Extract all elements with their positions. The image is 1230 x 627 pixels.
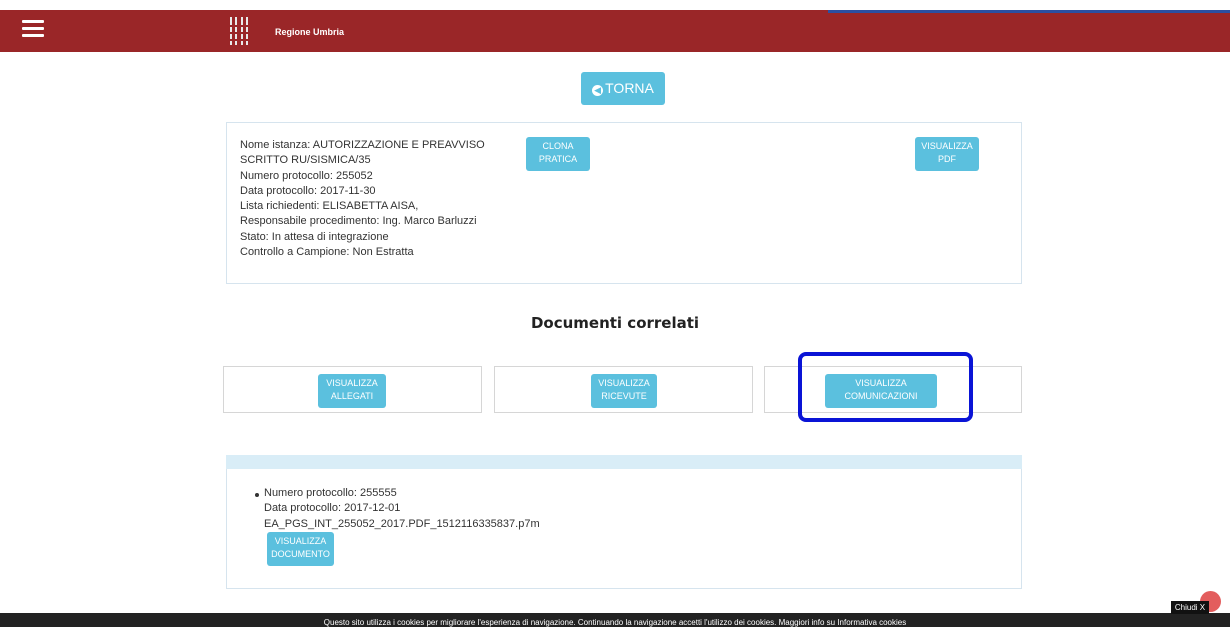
brand-title[interactable]: Regione Umbria bbox=[275, 27, 344, 37]
hamburger-menu-icon[interactable] bbox=[22, 20, 44, 38]
info-line: Stato: In attesa di integrazione bbox=[240, 230, 389, 243]
pratica-info-text: Nome istanza: AUTORIZZAZIONE E PREAVVISO… bbox=[240, 138, 485, 260]
list-bullet-icon bbox=[255, 493, 259, 497]
visualizza-allegati-button[interactable]: VISUALIZZA ALLEGATI bbox=[318, 374, 386, 408]
visualizza-pdf-button[interactable]: VISUALIZZA PDF bbox=[915, 137, 979, 171]
info-line: Lista richiedenti: ELISABETTA AISA, bbox=[240, 200, 419, 213]
button-label-line: PDF bbox=[938, 154, 956, 164]
button-label-line: VISUALIZZA bbox=[921, 141, 973, 151]
button-label-line: VISUALIZZA bbox=[598, 378, 650, 388]
button-label-line: CLONA bbox=[542, 141, 574, 151]
visualizza-documento-button[interactable]: VISUALIZZA DOCUMENTO bbox=[267, 532, 334, 566]
button-label-line: VISUALIZZA bbox=[274, 536, 327, 546]
cookie-text: Questo sito utilizza i cookies per migli… bbox=[323, 618, 907, 627]
regione-umbria-logo[interactable] bbox=[230, 17, 248, 45]
item-line: Data protocollo: 2017-12-01 bbox=[264, 502, 401, 515]
documenti-correlati-title: Documenti correlati bbox=[530, 314, 700, 332]
button-label-line: ALLEGATI bbox=[330, 391, 374, 401]
info-line: Controllo a Campione: Non Estratta bbox=[240, 246, 414, 259]
button-label-line: DOCUMENTO bbox=[271, 549, 330, 559]
button-label-line: PRATICA bbox=[538, 154, 578, 164]
back-button[interactable]: ◀ TORNA bbox=[581, 72, 665, 105]
cookie-close-button[interactable]: Chiudi X bbox=[1171, 601, 1209, 614]
cookie-bar: Questo sito utilizza i cookies per migli… bbox=[0, 613, 1230, 627]
info-line: SCRITTO RU/SISMICA/35 bbox=[240, 154, 371, 167]
list-item: Numero protocollo: 255555 Data protocoll… bbox=[264, 486, 540, 532]
button-label-line: RICEVUTE bbox=[601, 391, 647, 401]
clona-pratica-button[interactable]: CLONA PRATICA bbox=[526, 137, 590, 171]
item-line: Numero protocollo: 255555 bbox=[264, 487, 397, 499]
back-button-label: TORNA bbox=[605, 80, 654, 96]
item-line: EA_PGS_INT_255052_2017.PDF_1512116335837… bbox=[264, 517, 540, 530]
info-line: Responsabile procedimento: Ing. Marco Ba… bbox=[240, 215, 477, 228]
button-label-line: VISUALIZZA bbox=[326, 378, 378, 388]
highlight-box bbox=[798, 352, 973, 422]
visualizza-ricevute-button[interactable]: VISUALIZZA RICEVUTE bbox=[591, 374, 657, 408]
arrow-left-circle-icon: ◀ bbox=[592, 85, 604, 96]
header-bar bbox=[0, 10, 1230, 52]
info-line: Nome istanza: AUTORIZZAZIONE E PREAVVISO bbox=[240, 139, 485, 151]
header-accent-line bbox=[828, 10, 1230, 13]
info-line: Numero protocollo: 255052 bbox=[240, 169, 373, 182]
info-line: Data protocollo: 2017-11-30 bbox=[240, 184, 376, 197]
comunicazioni-panel-header bbox=[226, 455, 1022, 469]
